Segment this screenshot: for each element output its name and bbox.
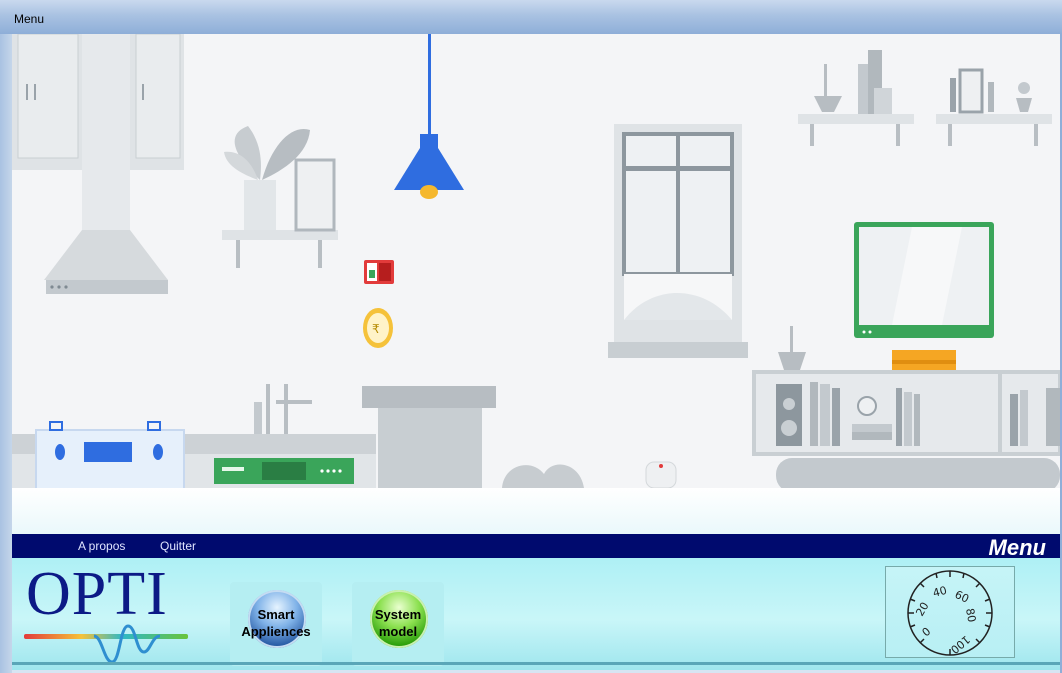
system-model-label-line2: model (378, 624, 418, 639)
gauge-dial[interactable]: 0 20 40 60 80 100 (885, 566, 1015, 658)
gauge-dial-icon: 0 20 40 60 80 100 (907, 570, 993, 656)
dial-tick-60: 60 (953, 588, 971, 606)
dial-tick-100: 100 (948, 633, 972, 656)
svg-text:₹: ₹ (372, 322, 380, 336)
menu-bar: A propos Quitter Menu (12, 534, 1060, 560)
router (214, 458, 354, 484)
alarm-panel (364, 260, 394, 284)
window-title: Menu (14, 12, 45, 26)
smart-appliances-label: Smart Appliences (230, 606, 322, 640)
smart-speaker (645, 461, 677, 488)
smart-appliances-button[interactable]: Smart Appliences (230, 582, 322, 666)
smart-appliances-label-line1: Smart (257, 607, 295, 622)
system-model-label-line1: System (374, 607, 422, 622)
scene-divider-band (12, 488, 1060, 534)
menu-item-a-propos[interactable]: A propos (78, 539, 125, 553)
room-window (608, 124, 748, 358)
room-illustration: ₹ (12, 34, 1060, 488)
smart-appliances-label-line2: Appliences (241, 624, 311, 639)
window-titlebar: Menu (0, 0, 1062, 35)
television (854, 222, 994, 338)
system-model-button[interactable]: System model (352, 582, 444, 666)
set-top-box (892, 350, 956, 370)
system-model-label: System model (352, 606, 444, 640)
dial-tick-0: 0 (920, 625, 934, 639)
thermostat: ₹ (363, 308, 393, 348)
sofa (776, 458, 1060, 488)
room-scene: ₹ (12, 34, 1060, 488)
logo-wave-icon (24, 624, 188, 664)
menu-item-quitter[interactable]: Quitter (160, 539, 196, 553)
window-client-area: ₹ A propos Quitter Menu OPTI Smart Appli… (12, 34, 1060, 670)
window-frame-left (0, 34, 12, 673)
dial-tick-20: 20 (913, 600, 931, 619)
panel-bottom-border (12, 662, 1060, 665)
kitchen-island (362, 386, 496, 488)
stove (35, 421, 185, 488)
opti-logo-text: OPTI (26, 560, 168, 628)
dial-tick-40: 40 (931, 584, 948, 600)
dial-tick-80: 80 (963, 607, 978, 623)
